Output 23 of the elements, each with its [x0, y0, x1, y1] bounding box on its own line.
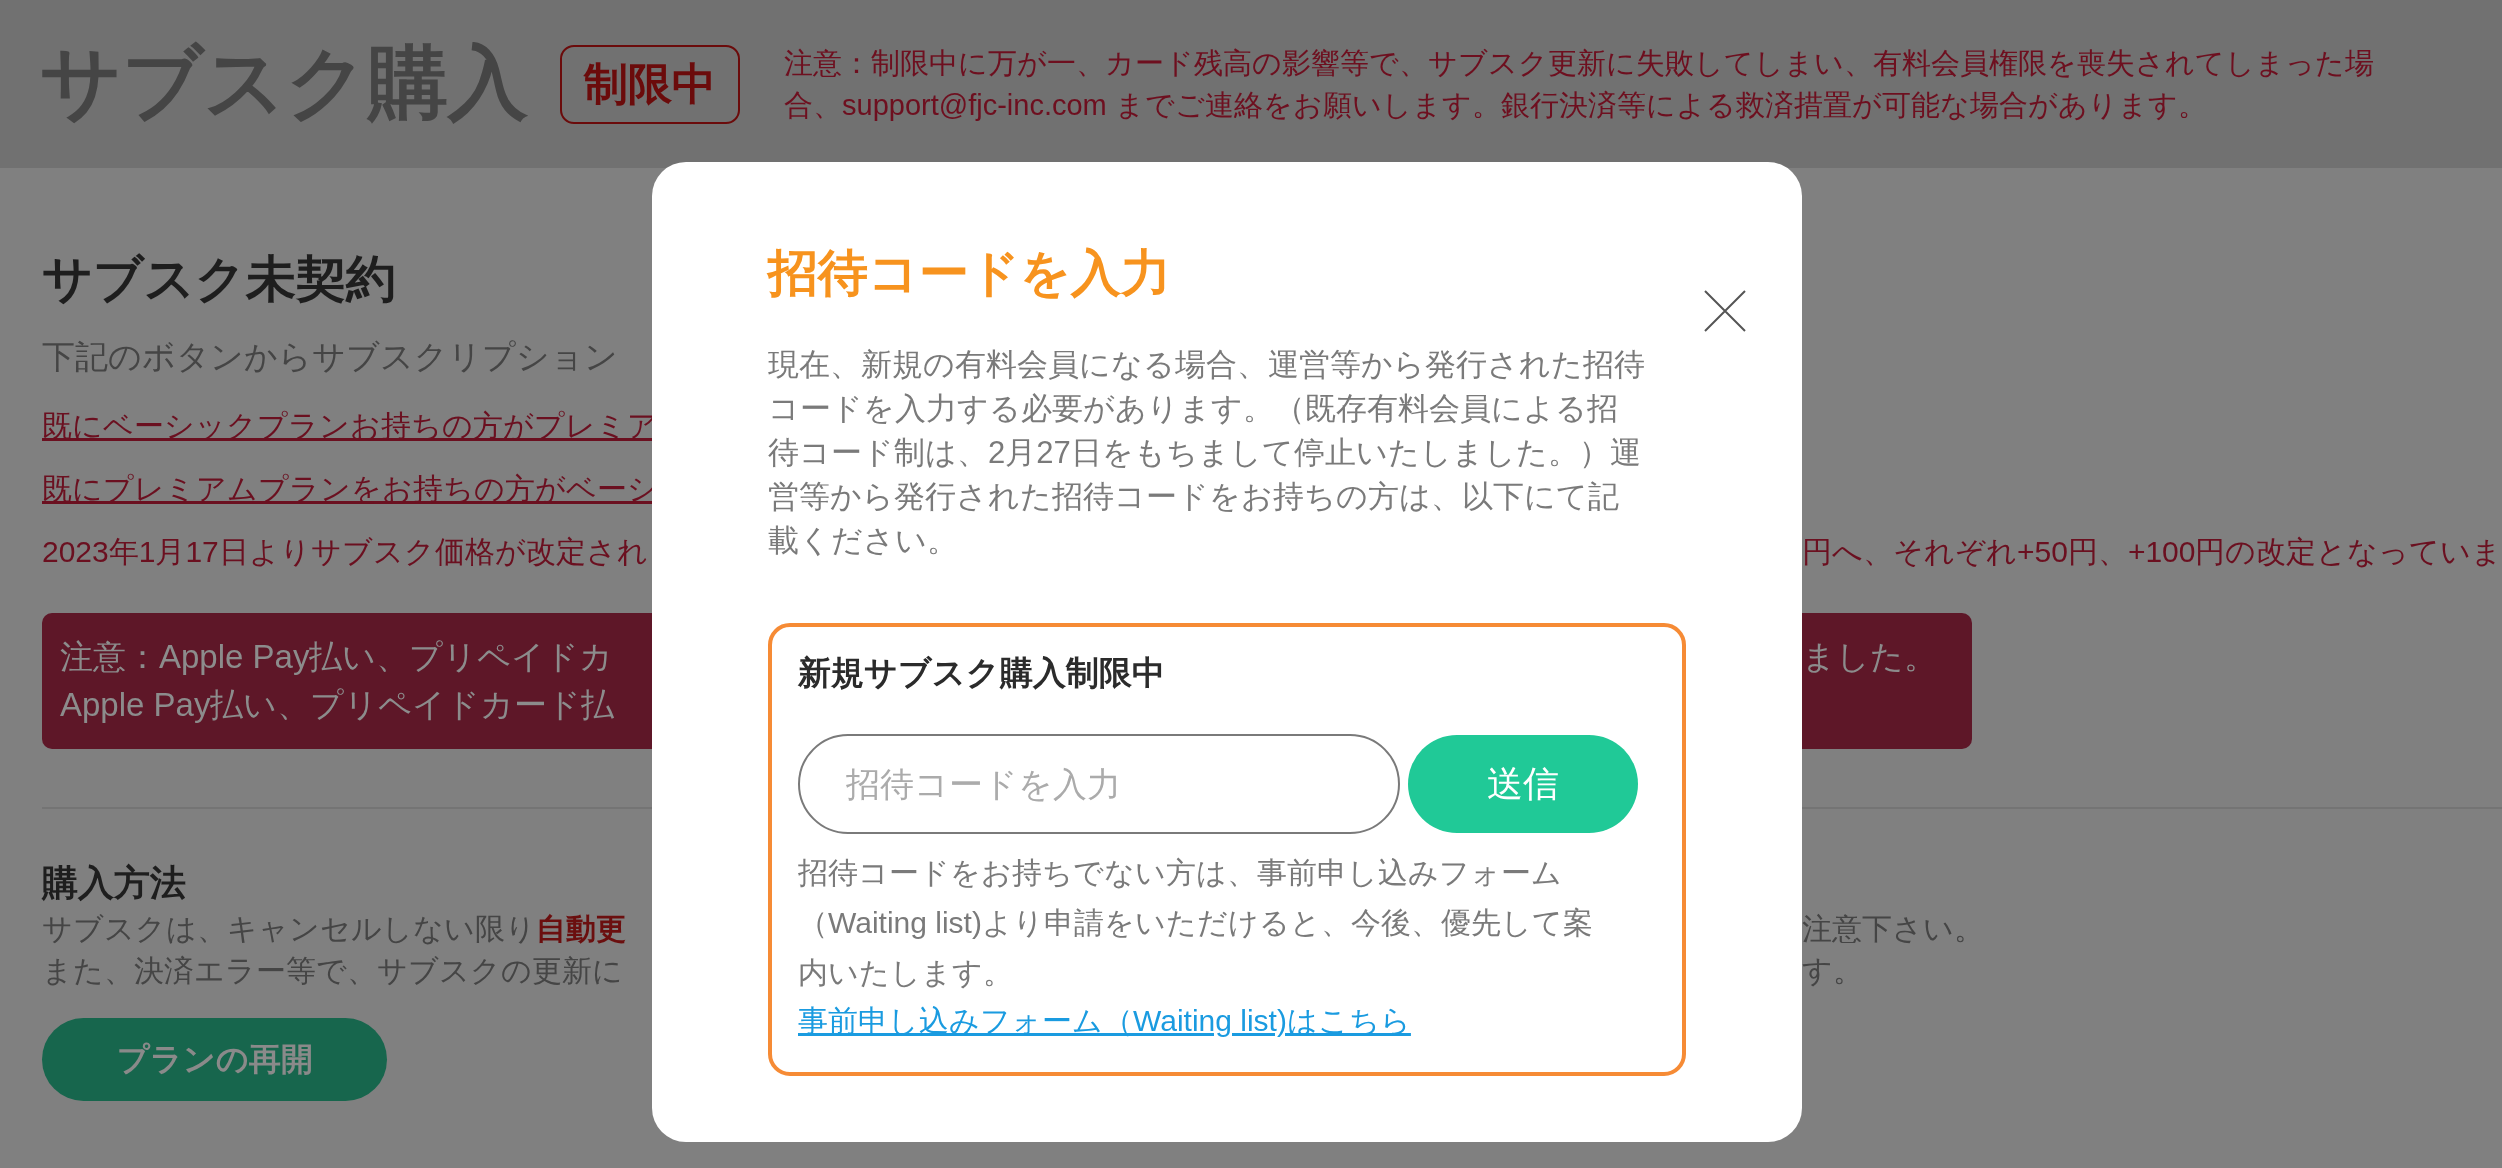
purchase-text: また、決済エラー等で、サブスクの更新に: [41, 953, 624, 989]
waiting-list-note: 招待コードをお持ちでない方は、事前申し込みフォーム（Waiting list)より申請をいただけると、今後、優先して案内いたします。: [798, 855, 1594, 991]
price-notice: 2023年1月17日よりサブスク価格が改定され: [41, 534, 649, 570]
dialog-title: 招待コードを入力: [768, 244, 1172, 303]
dialog-description: 現在、新規の有料会員になる場合、運営等から発行された招待コードを入力する必要があります。（既存有料会員による招待コード制は、2月27日をもちまして停止いたしました。）運営等から発行された招待コードをお持ちの方は、以下にて記載ください。: [768, 346, 1646, 560]
waiting-list-link[interactable]: 事前申し込みフォーム（Waiting list)はこちら: [798, 1004, 1411, 1037]
section-heading: サブスク未契約: [41, 250, 397, 309]
purchase-text: 注意下さい。: [1802, 911, 1985, 947]
price-notice: 円へ、それぞれ+50円、+100円の改定となっていま: [1802, 534, 2502, 570]
panel-heading: 新規サブスク購入制限中: [798, 653, 1166, 693]
close-icon[interactable]: [1704, 290, 1746, 332]
alert-text: 注意：Apple Pay払い、プリペイドカ: [59, 637, 615, 677]
status-badge: 制限中: [560, 44, 740, 124]
alert-text: Apple Pay払い、プリペイドカード払: [59, 685, 616, 725]
section-heading: 購入方法: [40, 861, 187, 905]
invite-code-field[interactable]: 招待コードを入力: [798, 734, 1400, 834]
purchase-text: す。: [1802, 953, 1864, 989]
alert-text: ました。: [1802, 637, 1938, 677]
submit-button[interactable]: 送信: [1408, 735, 1638, 833]
resume-plan-button[interactable]: プランの再開: [42, 1018, 387, 1101]
purchase-text: サブスクは、キャンセルしない限り自動更: [41, 911, 627, 947]
notice-text: 注意：制限中に万が一、カード残高の影響等で、サブスク更新に失敗してしまい、有料会員権限を喪失されてしまった場合、support@fjc-inc.com までご連絡をお願いします。銀行決済等による救済措置が可能な場合があります。: [784, 46, 2375, 123]
intro-text: 下記のボタンからサブスクリプション: [41, 337, 619, 377]
